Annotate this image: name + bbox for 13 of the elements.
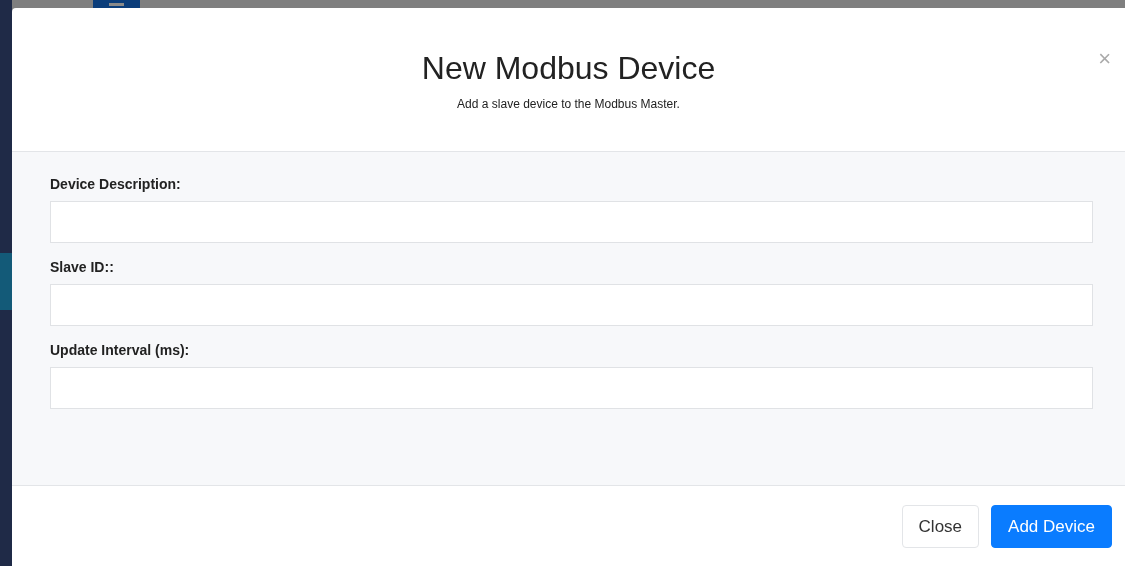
field-label: Slave ID:: bbox=[50, 259, 115, 275]
close-button[interactable]: × bbox=[1098, 48, 1111, 70]
input-field[interactable] bbox=[50, 284, 1093, 326]
input-field[interactable] bbox=[50, 367, 1093, 409]
modal-subtitle: Add a slave device to the Modbus Master. bbox=[457, 97, 680, 111]
modal-title: New Modbus Device bbox=[421, 50, 716, 87]
sidebar-item[interactable] bbox=[0, 253, 12, 310]
input-field[interactable] bbox=[50, 201, 1093, 243]
field-label: Device Description: bbox=[50, 176, 182, 192]
add-device-button[interactable]: Add Device bbox=[991, 505, 1112, 548]
menu-icon bbox=[109, 3, 124, 6]
field-label: Update Interval (ms): bbox=[50, 342, 191, 358]
close-dialog-button[interactable]: Close bbox=[901, 505, 980, 548]
